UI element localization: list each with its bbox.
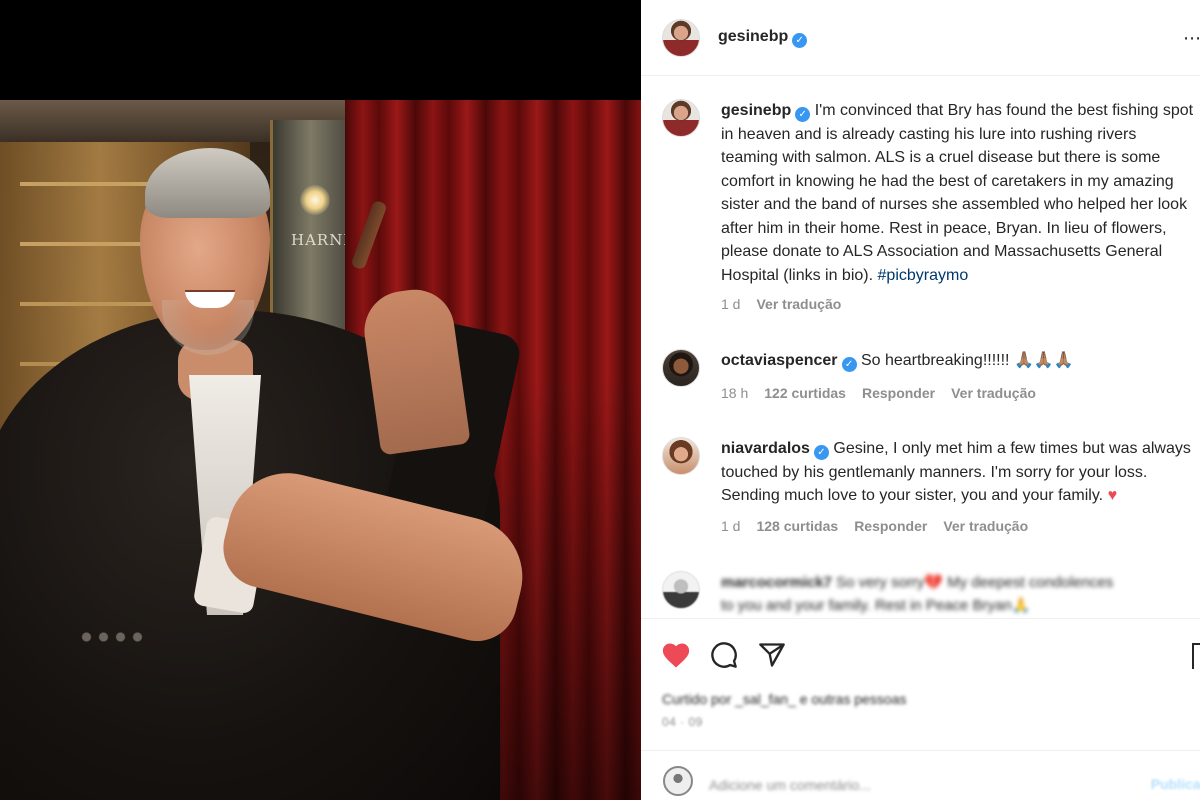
- commenter-username[interactable]: marcocormick7: [721, 574, 832, 591]
- caption-time[interactable]: 1 d: [721, 296, 740, 312]
- comment-item: marcocormick7 So very sorry💔 My deepest …: [662, 571, 1192, 617]
- caption-text: I'm convinced that Bry has found the bes…: [721, 102, 1194, 284]
- post-caption: gesinebp ✓ I'm convinced that Bry has fou…: [662, 99, 1193, 319]
- translate-link[interactable]: Ver tradução: [943, 518, 1028, 534]
- commenter-username[interactable]: niavardalos: [721, 440, 810, 457]
- reply-button[interactable]: Responder: [862, 385, 935, 401]
- verified-badge-icon: ✓: [813, 445, 829, 460]
- red-heart-icon: ♥: [1107, 487, 1118, 504]
- current-user-avatar: [663, 766, 693, 796]
- reply-button[interactable]: Responder: [854, 518, 927, 534]
- caption-meta: 1 d Ver tradução: [721, 296, 841, 312]
- liked-by-text[interactable]: Curtido por _sal_fan_ e outras pessoas: [662, 691, 906, 707]
- comment-text: So very sorry💔 My deepest condolences: [836, 574, 1114, 591]
- caption-author-avatar[interactable]: [662, 99, 700, 137]
- post-actions: Curtido por _sal_fan_ e outras pessoas 0…: [641, 618, 1200, 748]
- like-heart-icon[interactable]: [660, 639, 692, 671]
- author-username[interactable]: gesinebp ✓: [718, 28, 808, 48]
- publish-button[interactable]: Publicar: [1151, 776, 1200, 792]
- commenter-username[interactable]: octaviaspencer: [721, 352, 838, 369]
- verified-badge-icon: ✓: [792, 32, 808, 48]
- caption-username[interactable]: gesinebp: [721, 102, 791, 119]
- comment-body: octaviaspencer ✓ So heartbreaking!!!!!! 🙏…: [721, 349, 1197, 373]
- caption-hashtag[interactable]: #picbyraymo: [878, 267, 969, 284]
- instagram-post-view: HARNNO gesinebp ✓ ⋯ gesinebp ✓ I'm convi…: [0, 0, 1200, 800]
- share-send-icon[interactable]: [756, 639, 788, 671]
- comment-item: niavardalos ✓ Gesine, I only met him a fe…: [662, 437, 1192, 547]
- translate-link[interactable]: Ver tradução: [951, 385, 1036, 401]
- comments-scroll-area[interactable]: gesinebp ✓ I'm convinced that Bry has fou…: [641, 77, 1200, 617]
- comment-time[interactable]: 1 d: [721, 518, 740, 534]
- commenter-avatar[interactable]: [662, 571, 700, 609]
- action-icons: [660, 639, 788, 671]
- add-comment-input[interactable]: Adicione um comentário...: [709, 777, 871, 793]
- comment-time[interactable]: 18 h: [721, 385, 748, 401]
- post-date: 04 · 09: [662, 715, 703, 729]
- author-avatar[interactable]: [662, 18, 700, 57]
- add-comment-bar: Adicione um comentário... Publicar: [641, 750, 1200, 800]
- comment-item: octaviaspencer ✓ So heartbreaking!!!!!! 🙏…: [662, 349, 1192, 409]
- comment-meta: 18 h 122 curtidas Responder Ver tradução: [721, 385, 1036, 401]
- comment-likes[interactable]: 128 curtidas: [756, 518, 838, 534]
- post-header: gesinebp ✓ ⋯: [641, 0, 1200, 76]
- person-sleeve-buttons: [78, 630, 148, 644]
- commenter-avatar[interactable]: [662, 349, 700, 387]
- comment-likes[interactable]: 122 curtidas: [764, 385, 846, 401]
- comment-meta: 1 d 128 curtidas Responder Ver tradução: [721, 518, 1028, 534]
- verified-badge-icon: ✓: [841, 357, 857, 372]
- comment-text: So heartbreaking!!!!!! 🙏🏽🙏🏽🙏🏽: [860, 352, 1074, 369]
- post-details-panel: gesinebp ✓ ⋯ gesinebp ✓ I'm convinced that…: [641, 0, 1200, 800]
- more-options-icon[interactable]: ⋯: [1183, 28, 1200, 49]
- photo-door-sign: HARNNO: [291, 231, 371, 249]
- commenter-avatar[interactable]: [662, 437, 700, 475]
- verified-badge-icon: ✓: [795, 107, 811, 122]
- save-bookmark-icon[interactable]: [1192, 643, 1200, 669]
- post-photo[interactable]: HARNNO: [0, 100, 641, 800]
- comment-text-continued: to you and your family. Rest in Peace Br…: [721, 597, 1031, 614]
- comment-body: niavardalos ✓ Gesine, I only met him a fe…: [721, 437, 1197, 508]
- comment-bubble-icon[interactable]: [708, 639, 740, 671]
- post-media-panel[interactable]: HARNNO: [0, 0, 641, 800]
- comment-body-blurred: marcocormick7 So very sorry💔 My deepest …: [721, 571, 1197, 617]
- photo-lamp: [300, 185, 330, 215]
- caption-translate-link[interactable]: Ver tradução: [756, 296, 841, 312]
- caption-body: gesinebp ✓ I'm convinced that Bry has fou…: [721, 99, 1197, 287]
